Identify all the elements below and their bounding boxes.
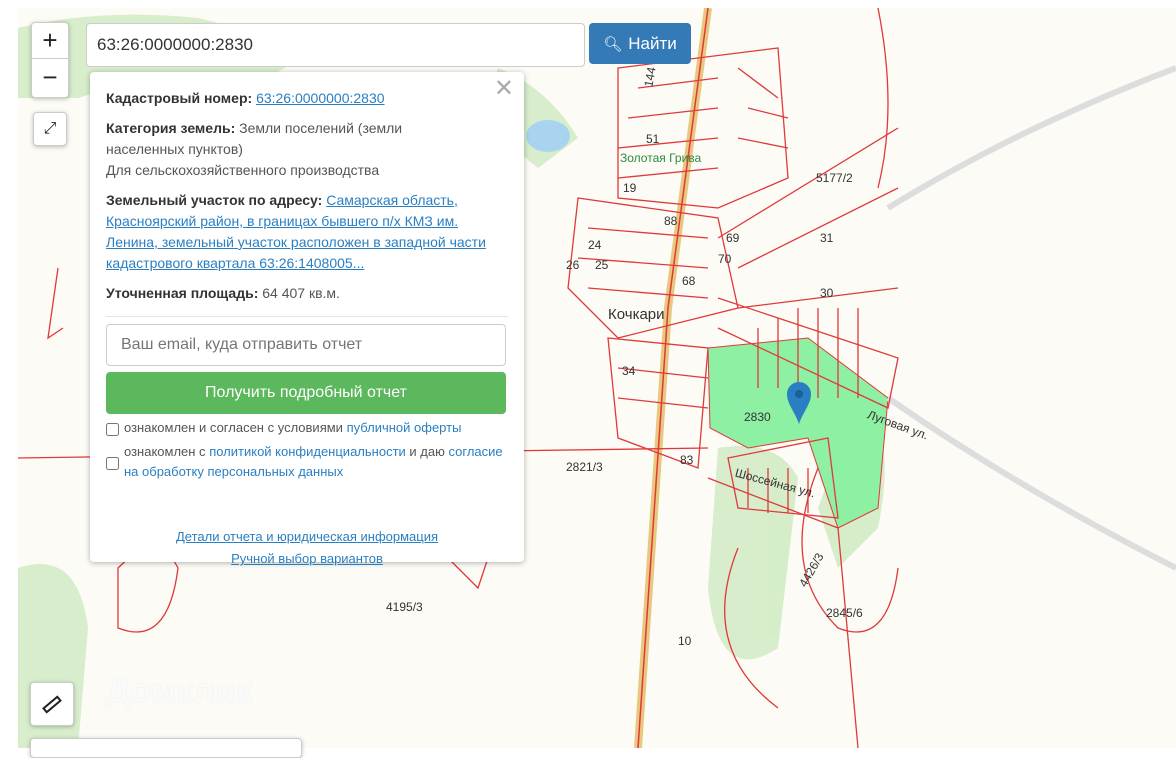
- map-label: 24: [588, 238, 602, 252]
- map-label: 70: [718, 252, 732, 266]
- zoom-out-button[interactable]: −: [32, 59, 68, 95]
- lake: [526, 120, 570, 152]
- main-road: [634, 8, 712, 748]
- parcel-info-popup: ✕ Кадастровый номер: 63:26:0000000:2830 …: [90, 72, 524, 566]
- category-label: Категория земель:: [106, 120, 236, 136]
- address-label: Земельный участок по адресу:: [106, 192, 323, 208]
- map-label: 34: [622, 364, 636, 378]
- map-label: 51: [646, 132, 660, 146]
- privacy-link[interactable]: политикой конфиденциальности: [209, 444, 406, 459]
- area-value: 64 407 кв.м.: [262, 285, 340, 301]
- map-label: 68: [682, 274, 696, 288]
- map-label: 30: [820, 286, 834, 300]
- check2-text: ознакомлен с: [124, 444, 206, 459]
- get-report-button[interactable]: Получить подробный отчет: [106, 372, 506, 414]
- privacy-checkbox[interactable]: [106, 445, 119, 482]
- check2-mid: и даю: [409, 444, 445, 459]
- map-label: 2845/6: [826, 606, 863, 620]
- map-label: 83: [680, 453, 694, 467]
- domclick-watermark: Домклик: [106, 672, 254, 710]
- zoom-control: + −: [31, 22, 69, 98]
- cadastral-number-link[interactable]: 63:26:0000000:2830: [256, 90, 384, 106]
- road: [886, 65, 1176, 571]
- map-label: 31: [820, 231, 834, 245]
- bottom-panel: [30, 738, 302, 758]
- manual-selection-link[interactable]: Ручной выбор вариантов: [231, 551, 383, 566]
- map-label: 25: [595, 258, 609, 272]
- map-label: Золотая Грива: [620, 151, 702, 165]
- map-label: 26: [566, 258, 580, 272]
- ruler-button[interactable]: [30, 682, 74, 726]
- details-link[interactable]: Детали отчета и юридическая информация: [176, 529, 438, 544]
- area-label: Уточненная площадь:: [106, 285, 259, 301]
- offer-checkbox[interactable]: [106, 421, 119, 438]
- map-label: 19: [623, 181, 637, 195]
- map-label: 10: [678, 634, 692, 648]
- map-label: 2830: [744, 410, 771, 424]
- search-icon: 🔍︎: [603, 35, 623, 53]
- map-label: 88: [664, 214, 678, 228]
- map-label: 5177/2: [816, 171, 853, 185]
- usage-value: Для сельскохозяйственного производства: [106, 162, 380, 178]
- offer-link[interactable]: публичной оферты: [347, 420, 462, 435]
- find-button-label: Найти: [628, 33, 677, 53]
- map-label: 69: [726, 231, 740, 245]
- ruler-icon: [42, 694, 62, 714]
- expand-icon: ⤢: [43, 120, 57, 137]
- map-label: 4195/3: [386, 600, 423, 614]
- search-input[interactable]: [86, 23, 585, 67]
- email-input[interactable]: [106, 324, 506, 366]
- cadastral-label: Кадастровый номер:: [106, 90, 253, 106]
- fullscreen-button[interactable]: ⤢: [33, 112, 67, 146]
- find-button[interactable]: 🔍︎ Найти: [589, 23, 691, 64]
- map-label: Кочкари: [608, 306, 665, 323]
- close-icon[interactable]: ✕: [494, 77, 514, 101]
- zoom-in-button[interactable]: +: [32, 23, 68, 59]
- check1-text: ознакомлен и согласен с условиями: [124, 420, 343, 435]
- map-label: 2821/3: [566, 460, 603, 474]
